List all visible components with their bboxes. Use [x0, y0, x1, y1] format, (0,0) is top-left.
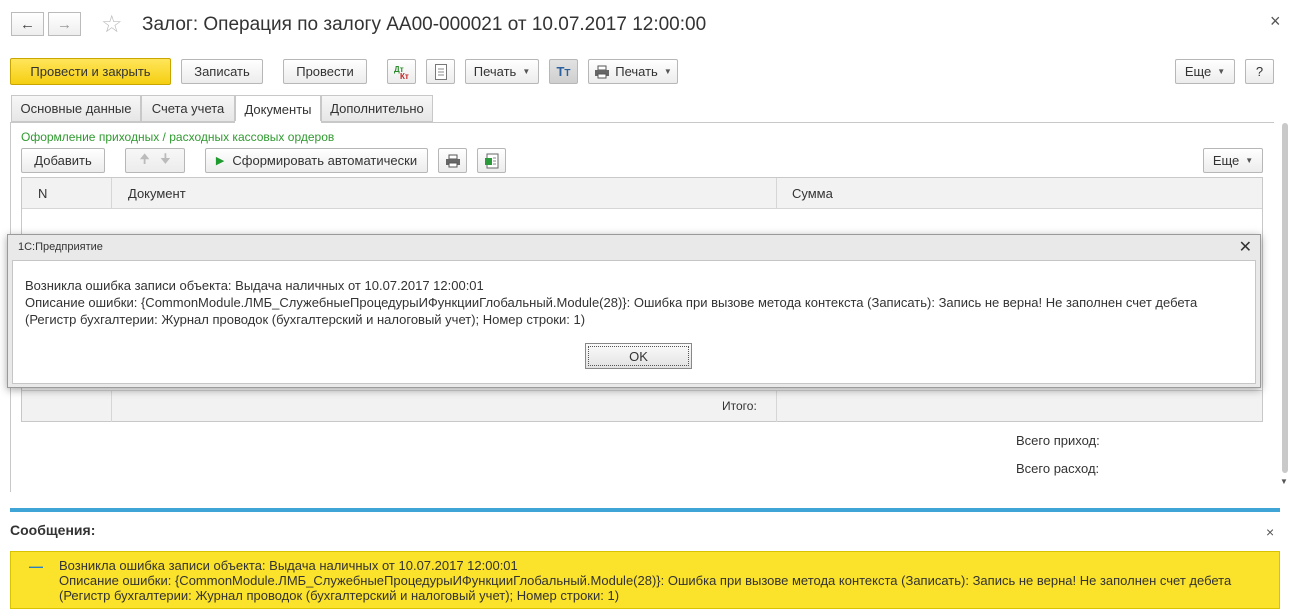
window-title: Залог: Операция по залогу АА00-000021 от…: [142, 14, 707, 35]
message-line-3: (Регистр бухгалтерии: Журнал проводок (б…: [59, 588, 620, 603]
post-button[interactable]: Провести: [283, 59, 367, 84]
generate-auto-label: Сформировать автоматически: [232, 153, 418, 168]
section-more-label: Еще: [1212, 153, 1240, 168]
back-button[interactable]: ←: [11, 12, 44, 36]
move-buttons[interactable]: 🠉 🠋: [125, 148, 185, 173]
print-menu-button[interactable]: Печать ▼: [465, 59, 539, 84]
tab-additional[interactable]: Дополнительно: [321, 95, 433, 122]
arrow-down-icon[interactable]: 🠋: [160, 150, 171, 172]
dialog-close-icon[interactable]: ✕: [1239, 237, 1252, 257]
column-divider: [776, 391, 777, 422]
text-size-icon: TT: [556, 64, 571, 79]
play-icon: ▶: [215, 155, 225, 167]
column-divider: [776, 178, 777, 209]
dt-kt-button[interactable]: Дт Кт: [387, 59, 416, 84]
table-footer: Итого:: [22, 390, 1262, 422]
dialog-body: Возникла ошибка записи объекта: Выдача н…: [12, 260, 1256, 384]
arrow-right-icon: →: [57, 15, 72, 33]
document-icon: [434, 63, 447, 80]
message-marker-icon: —: [29, 558, 43, 574]
footer-total-label: Итого:: [722, 399, 757, 413]
scroll-down-icon[interactable]: ▼: [1280, 477, 1288, 486]
dialog-title: 1С:Предприятие: [18, 241, 103, 253]
ok-button[interactable]: OK: [585, 343, 692, 369]
tab-main-data[interactable]: Основные данные: [11, 95, 141, 122]
message-line-2: Описание ошибки: {CommonModule.ЛМБ_Служе…: [59, 573, 1232, 588]
tab-divider: [10, 122, 1274, 123]
table-header: N Документ Сумма: [22, 178, 1262, 209]
add-button[interactable]: Добавить: [21, 148, 105, 173]
generate-auto-button[interactable]: ▶ Сформировать автоматически: [205, 148, 428, 173]
window-close-icon[interactable]: ×: [1270, 11, 1281, 32]
print-button[interactable]: Печать ▼: [588, 59, 678, 84]
printer-icon: [445, 154, 460, 167]
dialog-message: Возникла ошибка записи объекта: Выдача н…: [25, 277, 1247, 328]
total-expense-label: Всего расход:: [1016, 461, 1100, 476]
document-open-icon: [484, 153, 498, 168]
tab-documents[interactable]: Документы: [235, 95, 321, 123]
arrow-left-icon: ←: [20, 15, 35, 33]
tab-accounts[interactable]: Счета учета: [141, 95, 235, 122]
favorite-star-icon[interactable]: ☆: [101, 10, 123, 39]
total-income-label: Всего приход:: [1016, 433, 1100, 448]
chevron-down-icon: ▼: [663, 67, 672, 76]
dialog-message-line-2: Описание ошибки: {CommonModule.ЛМБ_Служе…: [25, 295, 1198, 327]
post-and-close-button[interactable]: Провести и закрыть: [10, 58, 171, 85]
open-document-button[interactable]: [477, 148, 506, 173]
chevron-down-icon: ▼: [1245, 156, 1254, 165]
column-divider: [111, 178, 112, 209]
svg-text:Кт: Кт: [400, 72, 409, 80]
column-number[interactable]: N: [38, 186, 47, 201]
messages-title: Сообщения:: [10, 522, 96, 538]
section-print-button[interactable]: [438, 148, 467, 173]
error-dialog: 1С:Предприятие ✕ Возникла ошибка записи …: [7, 234, 1261, 388]
section-title: Оформление приходных / расходных кассовы…: [21, 130, 335, 144]
more-button[interactable]: Еще ▼: [1175, 59, 1235, 84]
column-document[interactable]: Документ: [128, 186, 186, 201]
message-text: Возникла ошибка записи объекта: Выдача н…: [59, 558, 1269, 603]
dt-kt-icon: Дт Кт: [394, 65, 409, 80]
messages-separator[interactable]: [10, 508, 1280, 512]
form-scrollbar[interactable]: ▼: [1280, 117, 1289, 489]
column-divider: [111, 391, 112, 422]
active-tab-gap: [235, 121, 321, 123]
print-label: Печать: [473, 64, 517, 79]
help-button[interactable]: ?: [1245, 59, 1274, 84]
scrollbar-thumb[interactable]: [1282, 123, 1288, 473]
chevron-down-icon: ▼: [522, 67, 531, 76]
forward-button[interactable]: →: [48, 12, 81, 36]
arrow-up-icon[interactable]: 🠉: [139, 150, 150, 172]
print-label-2: Печать: [615, 64, 658, 79]
dialog-message-line-1: Возникла ошибка записи объекта: Выдача н…: [25, 278, 484, 293]
messages-close-icon[interactable]: ×: [1266, 524, 1274, 540]
section-more-button[interactable]: Еще ▼: [1203, 148, 1263, 173]
printer-icon: [595, 65, 610, 78]
column-sum[interactable]: Сумма: [792, 186, 833, 201]
more-label: Еще: [1184, 64, 1212, 79]
message-item[interactable]: — Возникла ошибка записи объекта: Выдача…: [10, 551, 1280, 609]
report-button[interactable]: [426, 59, 455, 84]
chevron-down-icon: ▼: [1217, 67, 1226, 76]
message-line-1: Возникла ошибка записи объекта: Выдача н…: [59, 558, 518, 573]
font-toggle-button[interactable]: TT: [549, 59, 578, 84]
write-button[interactable]: Записать: [181, 59, 263, 84]
